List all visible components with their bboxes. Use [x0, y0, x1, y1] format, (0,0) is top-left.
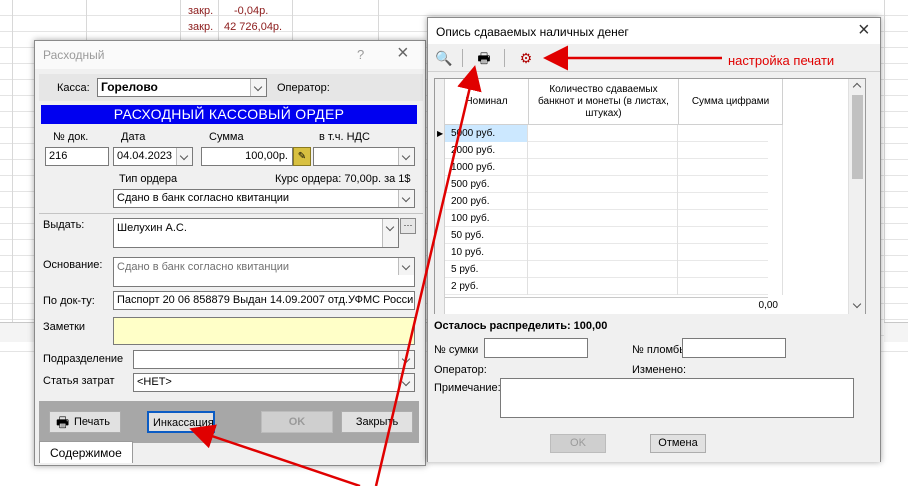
- bg-status-cell: закр.: [188, 5, 214, 17]
- order-type-label: Тип ордера: [119, 173, 178, 185]
- notes-label: Заметки: [43, 321, 86, 333]
- cash-order-dialog: Расходный ? × Касса: Горелово Оператор: …: [34, 40, 426, 466]
- help-button[interactable]: ?: [357, 47, 364, 62]
- changed-label: Изменено:: [632, 364, 687, 376]
- print-setup-annotation: настройка печати: [728, 53, 835, 68]
- operator-label: Оператор:: [434, 364, 487, 376]
- calculator-icon[interactable]: ✎: [293, 147, 311, 166]
- toolbar-separator: [462, 49, 463, 67]
- vat-select[interactable]: [313, 147, 415, 166]
- table-row[interactable]: 5000 руб.: [445, 125, 783, 142]
- order-type-banner: РАСХОДНЫЙ КАССОВЫЙ ОРДЕР: [41, 105, 417, 124]
- chevron-down-icon[interactable]: [250, 79, 266, 96]
- table-row[interactable]: 2000 руб.: [445, 142, 783, 159]
- ok-button[interactable]: OK: [550, 434, 606, 453]
- bg-amount-cell: -0,04р.: [234, 5, 269, 17]
- date-field[interactable]: 04.04.2023: [113, 147, 193, 166]
- by-document-label: По док-ту:: [43, 295, 95, 307]
- bg-amount-cell: 42 726,04р.: [224, 21, 283, 33]
- cancel-button[interactable]: Отмена: [650, 434, 706, 453]
- table-row[interactable]: 100 руб.: [445, 210, 783, 227]
- table-row[interactable]: 200 руб.: [445, 193, 783, 210]
- print-button[interactable]: 🖶 Печать: [49, 411, 121, 433]
- department-select[interactable]: [133, 350, 415, 369]
- notes-field[interactable]: [113, 317, 415, 345]
- table-row[interactable]: 50 руб.: [445, 227, 783, 244]
- print-preview-icon[interactable]: 🔍: [432, 47, 456, 69]
- bag-number-field[interactable]: [484, 338, 588, 358]
- chevron-down-icon[interactable]: [176, 148, 192, 165]
- cash-order-titlebar[interactable]: Расходный ? ×: [35, 41, 425, 69]
- printer-icon: 🖶: [56, 414, 70, 430]
- by-document-field[interactable]: Паспорт 20 06 858879 Выдан 14.09.2007 от…: [113, 291, 415, 310]
- inventory-titlebar[interactable]: Опись сдаваемых наличных денег ×: [428, 18, 880, 46]
- cash-order-title: Расходный: [43, 48, 105, 62]
- column-header-sum[interactable]: Сумма цифрами: [679, 79, 783, 125]
- total-sum: 0,00: [758, 300, 778, 311]
- toolbar-separator: [504, 49, 505, 67]
- incassation-button[interactable]: Инкассация: [147, 411, 215, 433]
- order-type-select[interactable]: Сдано в банк согласно квитанции: [113, 189, 415, 208]
- doc-number-field[interactable]: 216: [45, 147, 109, 166]
- background-sheet-footer: [884, 322, 908, 342]
- more-button[interactable]: ···: [400, 218, 416, 234]
- ok-button[interactable]: OK: [261, 411, 333, 433]
- cost-item-select[interactable]: <НЕТ>: [133, 373, 415, 392]
- bag-number-label: № сумки: [434, 344, 479, 356]
- table-row[interactable]: 5 руб.: [445, 261, 783, 278]
- table-row[interactable]: 1000 руб.: [445, 159, 783, 176]
- denomination-grid[interactable]: Номинал Количество сдаваемых банкнот и м…: [434, 78, 866, 316]
- chevron-down-icon[interactable]: [398, 374, 414, 391]
- remaining-amount: Осталось распределить: 100,00: [434, 320, 608, 332]
- row-indicator-column: [435, 79, 445, 315]
- printer-icon[interactable]: 🖶: [472, 47, 496, 69]
- note-field[interactable]: [500, 378, 854, 418]
- column-header-denomination[interactable]: Номинал: [445, 79, 529, 125]
- sum-field[interactable]: 100,00р.: [201, 147, 293, 166]
- total-row: 0,00: [445, 297, 778, 314]
- sum-label: Сумма: [209, 131, 244, 143]
- print-setup-icon[interactable]: ⚙: [514, 47, 538, 69]
- column-header-count[interactable]: Количество сдаваемых банкнот и монеты (в…: [529, 79, 679, 125]
- issue-to-field[interactable]: Шелухин А.С.: [113, 218, 399, 248]
- department-label: Подразделение: [43, 353, 124, 365]
- close-icon[interactable]: ×: [858, 19, 870, 42]
- basis-label: Основание:: [43, 259, 103, 271]
- basis-field[interactable]: Сдано в банк согласно квитанции: [113, 257, 415, 287]
- cost-item-label: Статья затрат: [43, 375, 115, 387]
- kassa-select[interactable]: Горелово: [97, 78, 267, 97]
- note-label: Примечание:: [434, 382, 501, 394]
- chevron-down-icon[interactable]: [398, 190, 414, 207]
- chevron-down-icon[interactable]: [398, 351, 414, 368]
- seal-number-field[interactable]: [682, 338, 786, 358]
- current-row-icon: ▶: [437, 129, 444, 138]
- scrollbar-thumb[interactable]: [852, 95, 863, 179]
- chevron-down-icon[interactable]: [852, 299, 862, 309]
- exchange-rate-text: Курс ордера: 70,00р. за 1$: [275, 173, 411, 185]
- seal-number-label: № пломбы: [632, 344, 688, 356]
- close-icon[interactable]: ×: [397, 42, 409, 65]
- doc-number-label: № док.: [53, 131, 89, 143]
- chevron-down-icon[interactable]: [382, 219, 398, 247]
- chevron-down-icon[interactable]: [398, 258, 414, 275]
- bg-status-cell: закр.: [188, 21, 214, 33]
- inventory-title: Опись сдаваемых наличных денег: [436, 25, 629, 39]
- kassa-label: Касса:: [57, 82, 90, 94]
- operator-label: Оператор:: [277, 82, 330, 94]
- vat-label: в т.ч. НДС: [319, 131, 370, 143]
- date-label: Дата: [121, 131, 146, 143]
- tab-contents[interactable]: Содержимое: [39, 441, 133, 463]
- vertical-scrollbar[interactable]: [848, 79, 865, 315]
- issue-label: Выдать:: [43, 219, 85, 231]
- inventory-details: Осталось распределить: 100,00 № сумки № …: [428, 314, 880, 462]
- divider: [39, 213, 423, 214]
- close-button[interactable]: Закрыть: [341, 411, 413, 433]
- chevron-down-icon[interactable]: [398, 148, 414, 165]
- table-row[interactable]: 10 руб.: [445, 244, 783, 261]
- table-row[interactable]: 500 руб.: [445, 176, 783, 193]
- chevron-up-icon[interactable]: [852, 82, 862, 92]
- table-row[interactable]: 2 руб.: [445, 278, 783, 295]
- cash-inventory-dialog: Опись сдаваемых наличных денег × 🔍 🖶 ⚙ н…: [427, 17, 881, 462]
